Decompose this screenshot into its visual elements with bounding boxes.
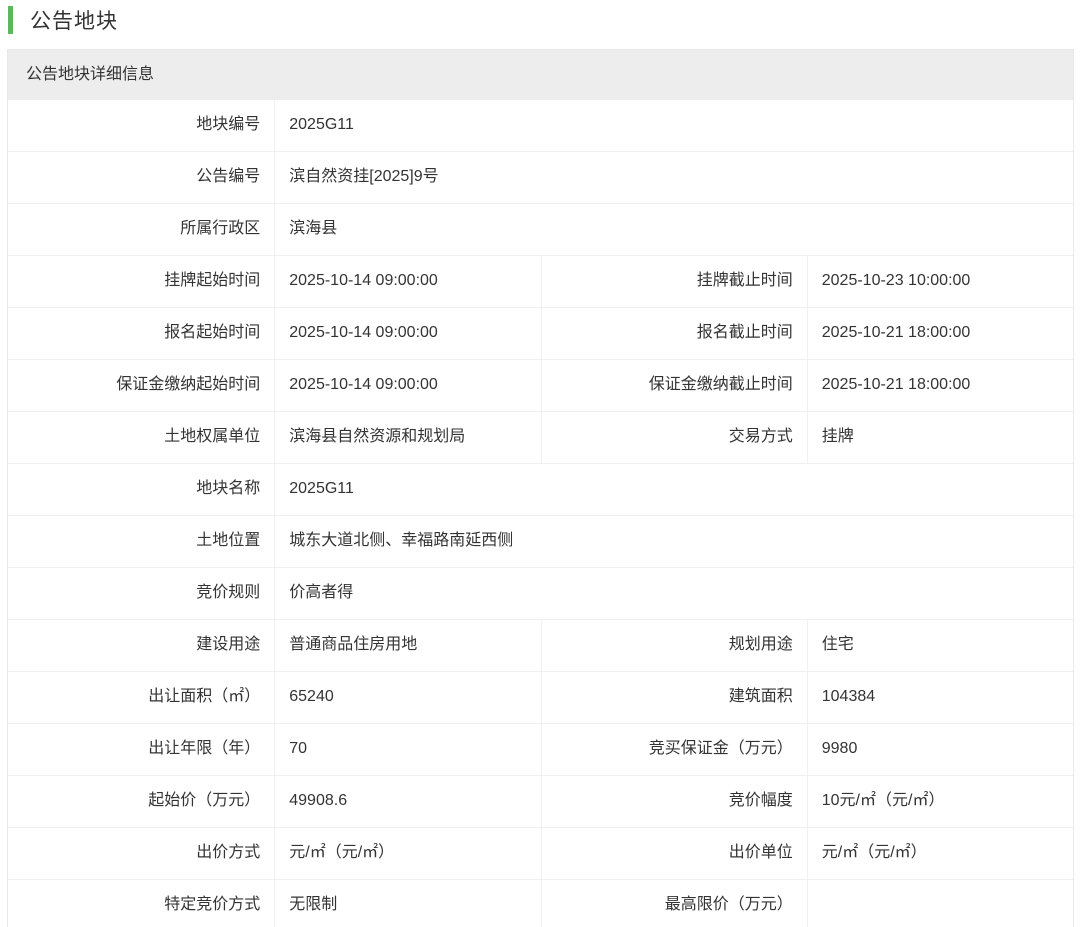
field-label: 竞买保证金（万元）: [541, 724, 807, 775]
page-title: 公告地块: [30, 5, 118, 35]
field-label: 地块名称: [8, 464, 274, 515]
detail-row: 所属行政区 滨海县: [8, 203, 1073, 255]
field-value: 2025-10-21 18:00:00: [807, 360, 1073, 411]
detail-row: 公告编号 滨自然资挂[2025]9号: [8, 151, 1073, 203]
field-label: 挂牌截止时间: [541, 256, 807, 307]
field-value: 2025-10-23 10:00:00: [807, 256, 1073, 307]
field-label: 土地权属单位: [8, 412, 274, 463]
detail-row: 出让年限（年） 70 竞买保证金（万元） 9980: [8, 723, 1073, 775]
field-value: 住宅: [807, 620, 1073, 671]
field-label: 竞价幅度: [541, 776, 807, 827]
green-accent-bar-icon: [8, 6, 13, 34]
field-label: 保证金缴纳截止时间: [541, 360, 807, 411]
field-value: 城东大道北侧、幸福路南延西侧: [274, 516, 1073, 567]
field-label: 交易方式: [541, 412, 807, 463]
detail-row: 保证金缴纳起始时间 2025-10-14 09:00:00 保证金缴纳截止时间 …: [8, 359, 1073, 411]
field-value: [807, 880, 1073, 927]
field-label: 特定竞价方式: [8, 880, 274, 927]
field-value: 普通商品住房用地: [274, 620, 540, 671]
field-label: 土地位置: [8, 516, 274, 567]
field-label: 保证金缴纳起始时间: [8, 360, 274, 411]
field-label: 出价方式: [8, 828, 274, 879]
detail-row: 挂牌起始时间 2025-10-14 09:00:00 挂牌截止时间 2025-1…: [8, 255, 1073, 307]
field-value: 挂牌: [807, 412, 1073, 463]
table-body: 地块编号 2025G11 公告编号 滨自然资挂[2025]9号 所属行政区 滨海…: [8, 100, 1073, 927]
field-value: 104384: [807, 672, 1073, 723]
detail-row: 地块名称 2025G11: [8, 463, 1073, 515]
detail-row: 地块编号 2025G11: [8, 100, 1073, 151]
field-value: 滨海县自然资源和规划局: [274, 412, 540, 463]
field-label: 建筑面积: [541, 672, 807, 723]
field-value: 2025-10-14 09:00:00: [274, 256, 540, 307]
detail-row: 土地位置 城东大道北侧、幸福路南延西侧: [8, 515, 1073, 567]
section-title: 公告地块: [0, 0, 1080, 40]
field-label: 地块编号: [8, 100, 274, 151]
field-label: 出价单位: [541, 828, 807, 879]
field-label: 起始价（万元）: [8, 776, 274, 827]
field-value: 价高者得: [274, 568, 1073, 619]
field-value: 滨自然资挂[2025]9号: [274, 152, 1073, 203]
field-label: 挂牌起始时间: [8, 256, 274, 307]
field-label: 公告编号: [8, 152, 274, 203]
detail-row: 土地权属单位 滨海县自然资源和规划局 交易方式 挂牌: [8, 411, 1073, 463]
announced-parcel-page: 公告地块 公告地块详细信息 地块编号 2025G11 公告编号 滨自然资挂[20…: [0, 0, 1080, 927]
field-value: 65240: [274, 672, 540, 723]
field-value: 无限制: [274, 880, 540, 927]
field-value: 元/㎡（元/㎡）: [274, 828, 540, 879]
field-value: 49908.6: [274, 776, 540, 827]
field-label: 规划用途: [541, 620, 807, 671]
detail-row: 报名起始时间 2025-10-14 09:00:00 报名截止时间 2025-1…: [8, 307, 1073, 359]
field-label: 出让面积（㎡）: [8, 672, 274, 723]
detail-row: 竞价规则 价高者得: [8, 567, 1073, 619]
field-label: 所属行政区: [8, 204, 274, 255]
detail-row: 起始价（万元） 49908.6 竞价幅度 10元/㎡（元/㎡）: [8, 775, 1073, 827]
field-value: 70: [274, 724, 540, 775]
field-value: 2025G11: [274, 100, 1073, 151]
field-label: 出让年限（年）: [8, 724, 274, 775]
detail-row: 特定竞价方式 无限制 最高限价（万元）: [8, 879, 1073, 927]
field-value: 2025-10-21 18:00:00: [807, 308, 1073, 359]
field-label: 报名截止时间: [541, 308, 807, 359]
detail-row: 出让面积（㎡） 65240 建筑面积 104384: [8, 671, 1073, 723]
field-value: 9980: [807, 724, 1073, 775]
field-value: 滨海县: [274, 204, 1073, 255]
field-label: 最高限价（万元）: [541, 880, 807, 927]
detail-row: 出价方式 元/㎡（元/㎡） 出价单位 元/㎡（元/㎡）: [8, 827, 1073, 879]
field-label: 建设用途: [8, 620, 274, 671]
field-label: 竞价规则: [8, 568, 274, 619]
field-label: 报名起始时间: [8, 308, 274, 359]
detail-row: 建设用途 普通商品住房用地 规划用途 住宅: [8, 619, 1073, 671]
field-value: 2025-10-14 09:00:00: [274, 360, 540, 411]
table-header: 公告地块详细信息: [8, 49, 1073, 100]
field-value: 2025-10-14 09:00:00: [274, 308, 540, 359]
field-value: 10元/㎡（元/㎡）: [807, 776, 1073, 827]
field-value: 2025G11: [274, 464, 1073, 515]
parcel-detail-table: 公告地块详细信息 地块编号 2025G11 公告编号 滨自然资挂[2025]9号…: [7, 49, 1074, 927]
field-value: 元/㎡（元/㎡）: [807, 828, 1073, 879]
